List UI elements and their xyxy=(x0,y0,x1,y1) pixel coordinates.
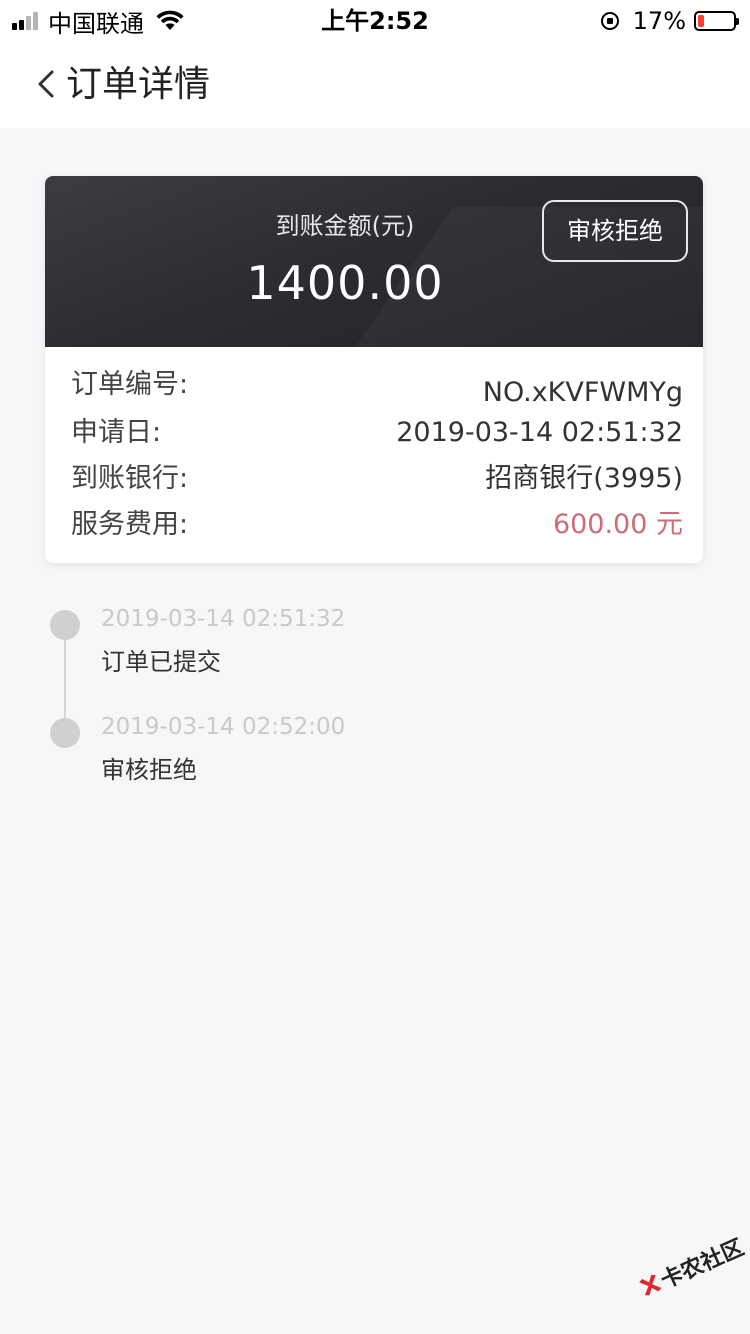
timeline-time: 2019-03-14 02:52:00 xyxy=(101,714,346,740)
amount-value: 1400.00 xyxy=(246,256,444,310)
service-fee-row: 服务费用: 600.00 元 xyxy=(45,505,703,545)
battery-percent: 17% xyxy=(632,7,686,35)
rotation-lock-icon xyxy=(600,12,619,30)
service-fee-value: 600.00 元 xyxy=(552,509,683,540)
timeline-dot xyxy=(50,610,80,640)
page-title: 订单详情 xyxy=(66,64,211,105)
status-button[interactable]: 审核拒绝 xyxy=(542,200,688,262)
bank-label: 到账银行: xyxy=(71,463,189,494)
bank-row: 到账银行: 招商银行(3995) xyxy=(45,459,703,499)
battery-icon xyxy=(694,11,739,31)
battery-level-fill xyxy=(698,15,704,27)
timeline-dot xyxy=(50,718,80,748)
order-number-row: 订单编号: NO.xKVFWMYg xyxy=(45,365,703,408)
status-bar-right: 17% xyxy=(600,6,739,36)
chevron-left-icon[interactable] xyxy=(32,64,62,104)
order-number-label: 订单编号: xyxy=(71,369,189,400)
status-bar: 中国联通 上午2:52 17% xyxy=(0,0,750,42)
timeline-event: 订单已提交 xyxy=(101,648,221,676)
watermark: 卡农社区 xyxy=(607,1201,748,1316)
timeline-connector xyxy=(64,632,66,732)
amount-header: 到账金额(元) 1400.00 审核拒绝 xyxy=(45,176,703,347)
watermark-text: 卡农社区 xyxy=(657,1235,748,1294)
nav-bar: 订单详情 xyxy=(0,42,750,128)
order-detail-screen: 中国联通 上午2:52 17% 订单详情 到账金额(元) 1400.00 审核拒… xyxy=(0,0,750,1334)
order-card: 到账金额(元) 1400.00 审核拒绝 订单编号: NO.xKVFWMYg 申… xyxy=(45,176,703,563)
apply-date-label: 申请日: xyxy=(71,417,162,448)
apply-date-row: 申请日: 2019-03-14 02:51:32 xyxy=(45,413,703,453)
timeline-time: 2019-03-14 02:51:32 xyxy=(101,606,346,632)
timeline-event: 审核拒绝 xyxy=(101,756,197,784)
order-number-value: NO.xKVFWMYg xyxy=(482,377,683,408)
apply-date-value: 2019-03-14 02:51:32 xyxy=(396,417,683,448)
bank-value: 招商银行(3995) xyxy=(485,463,683,494)
service-fee-label: 服务费用: xyxy=(71,509,189,540)
